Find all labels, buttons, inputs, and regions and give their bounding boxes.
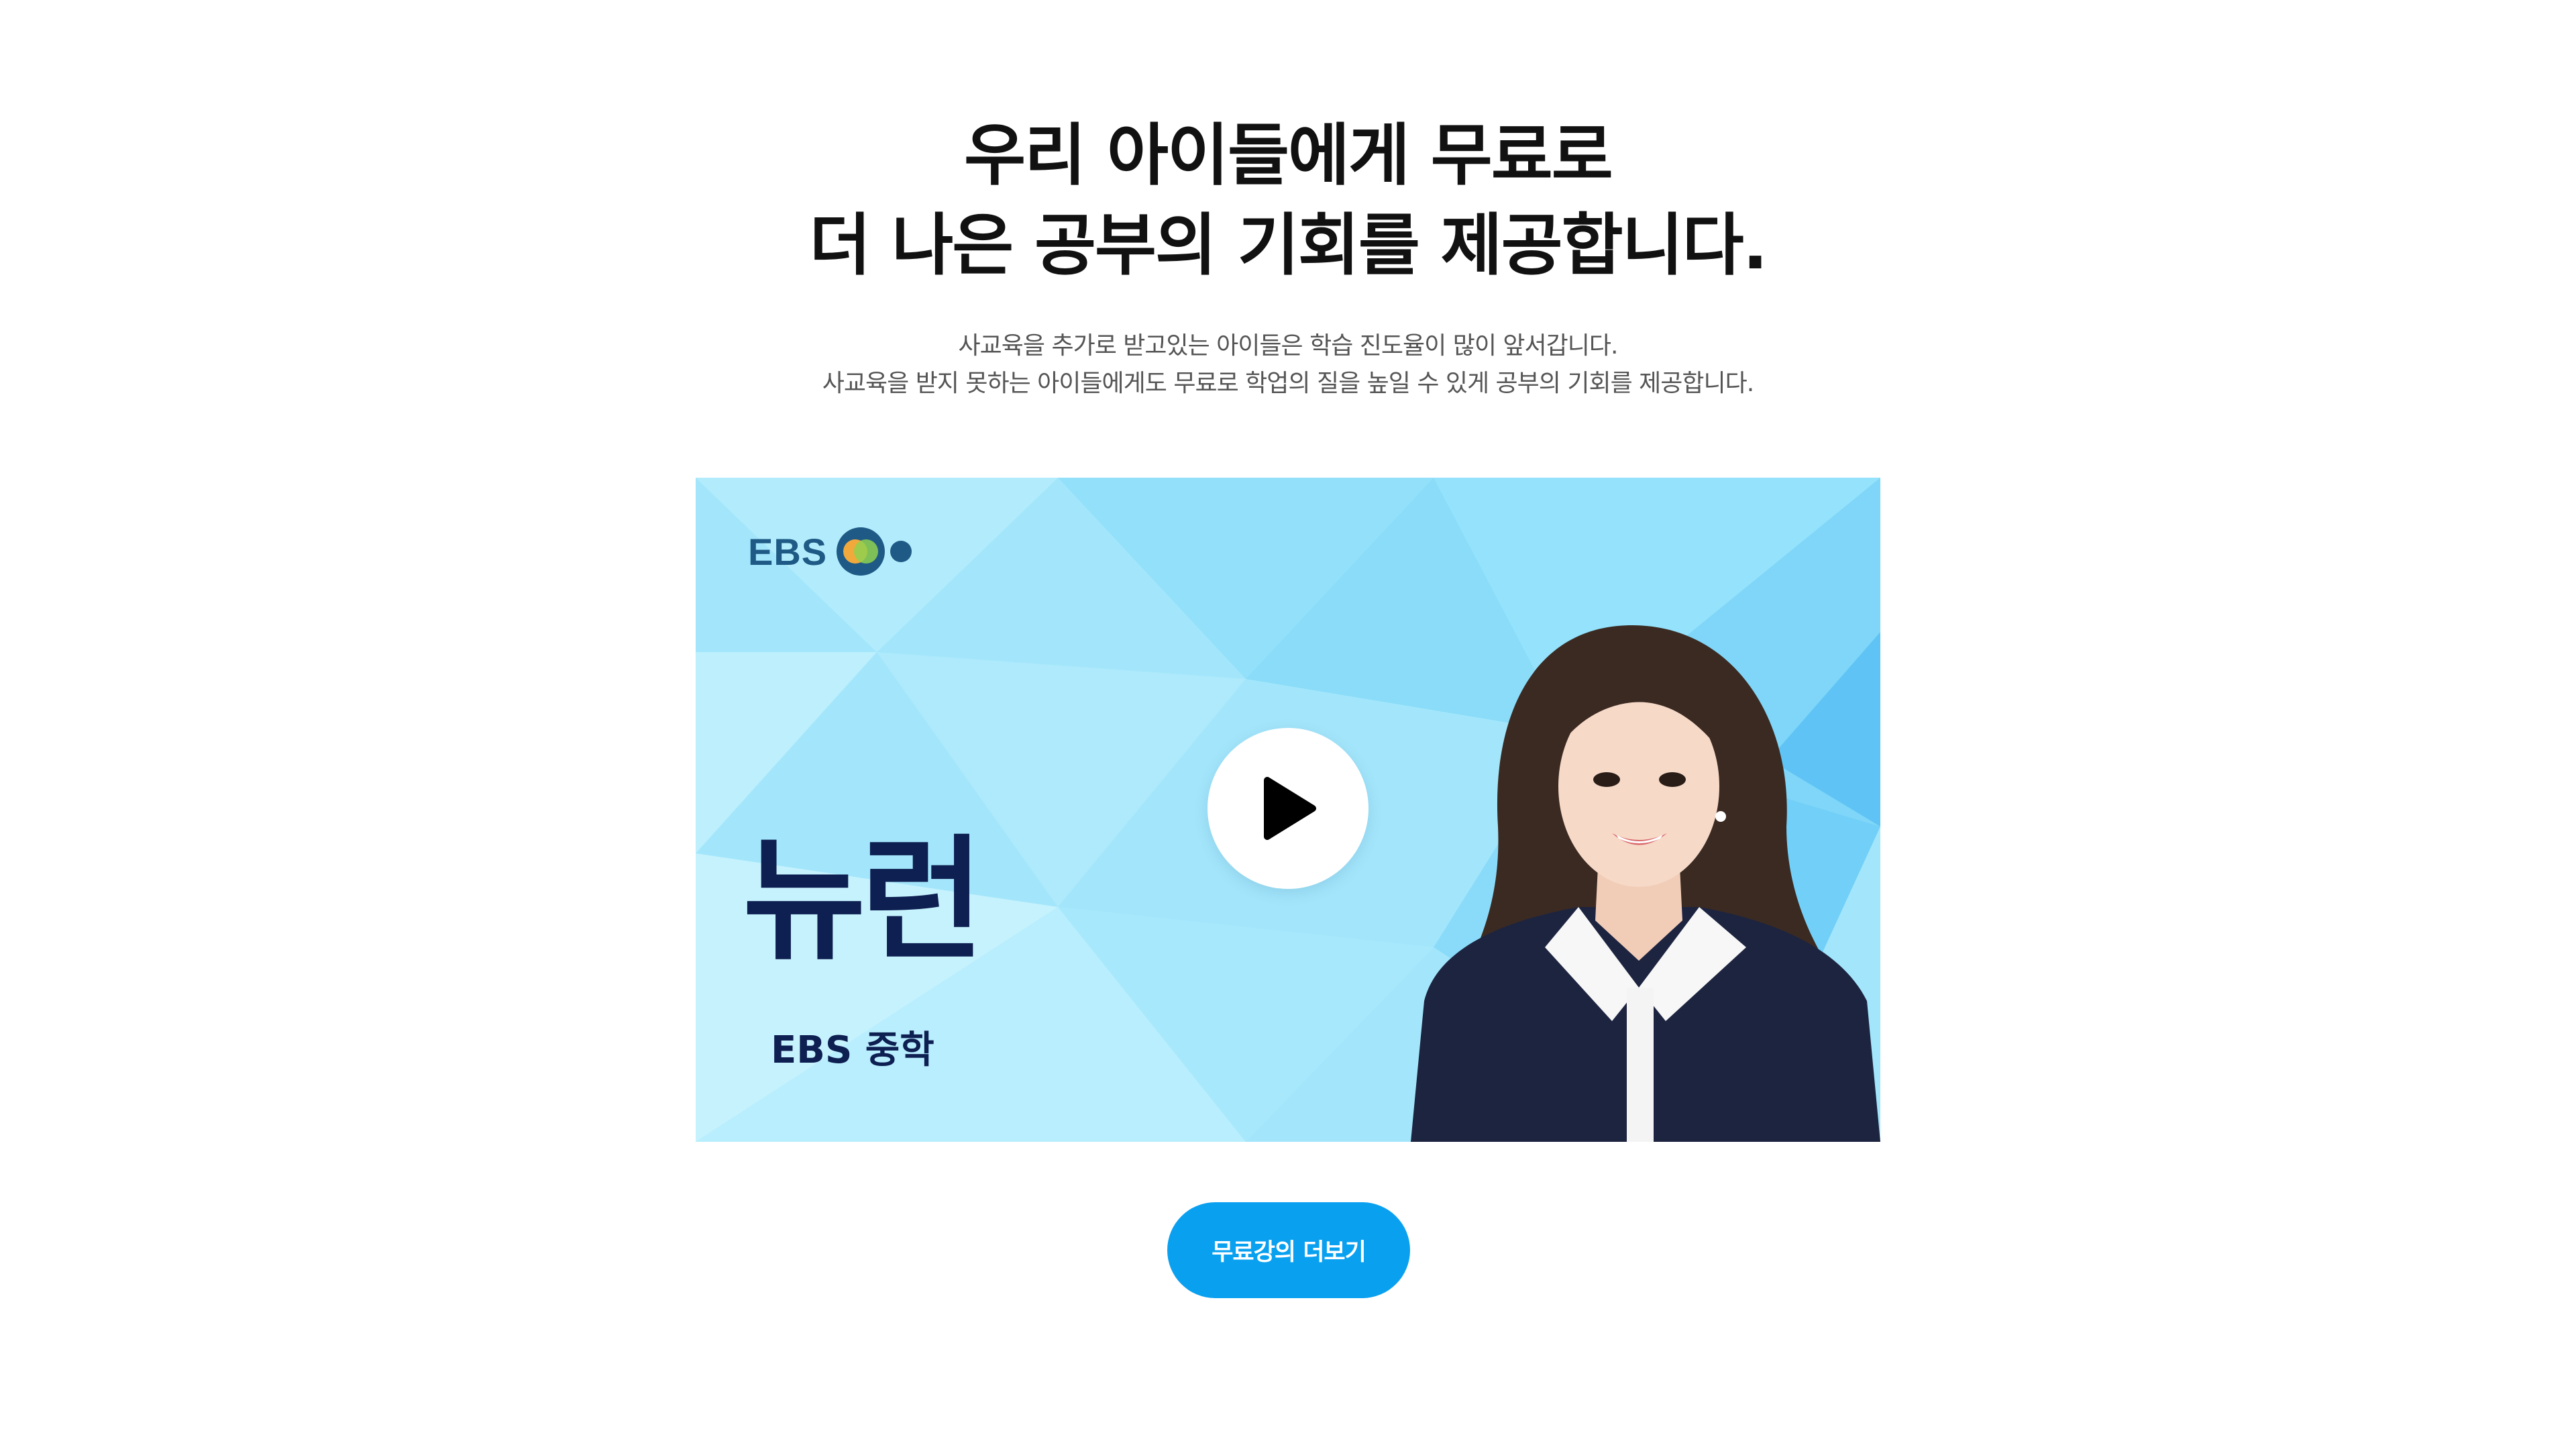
subcopy-line-2: 사교육을 받지 못하는 아이들에게도 무료로 학업의 질을 높일 수 있게 공부…	[822, 370, 1754, 397]
subcopy-line-1: 사교육을 추가로 받고있는 아이들은 학습 진도율이 많이 앞서갑니다.	[958, 332, 1619, 360]
more-free-lectures-button[interactable]: 무료강의 더보기	[1167, 1202, 1410, 1298]
headline: 우리 아이들에게 무료로 더 나은 공부의 기회를 제공합니다.	[0, 111, 2576, 290]
page: 우리 아이들에게 무료로 더 나은 공부의 기회를 제공합니다. 사교육을 추가…	[0, 0, 2576, 1433]
ebs-logo-text: EBS	[748, 530, 828, 573]
course-title: 뉴런	[743, 821, 984, 979]
video-player[interactable]: EBS 뉴런 EBS 중학	[696, 478, 1880, 1142]
subcopy: 사교육을 추가로 받고있는 아이들은 학습 진도율이 많이 앞서갑니다. 사교육…	[0, 327, 2576, 403]
course-subtitle: EBS 중학	[771, 1028, 934, 1072]
play-icon	[1264, 777, 1316, 840]
headline-line-1: 우리 아이들에게 무료로	[964, 116, 1613, 195]
teacher-photo	[1411, 625, 1880, 1142]
ebs-logo: EBS	[748, 525, 916, 578]
play-button[interactable]	[1208, 728, 1368, 889]
headline-line-2: 더 나은 공부의 기회를 제공합니다.	[809, 206, 1768, 284]
ebs-logo-mark-icon	[837, 527, 912, 576]
